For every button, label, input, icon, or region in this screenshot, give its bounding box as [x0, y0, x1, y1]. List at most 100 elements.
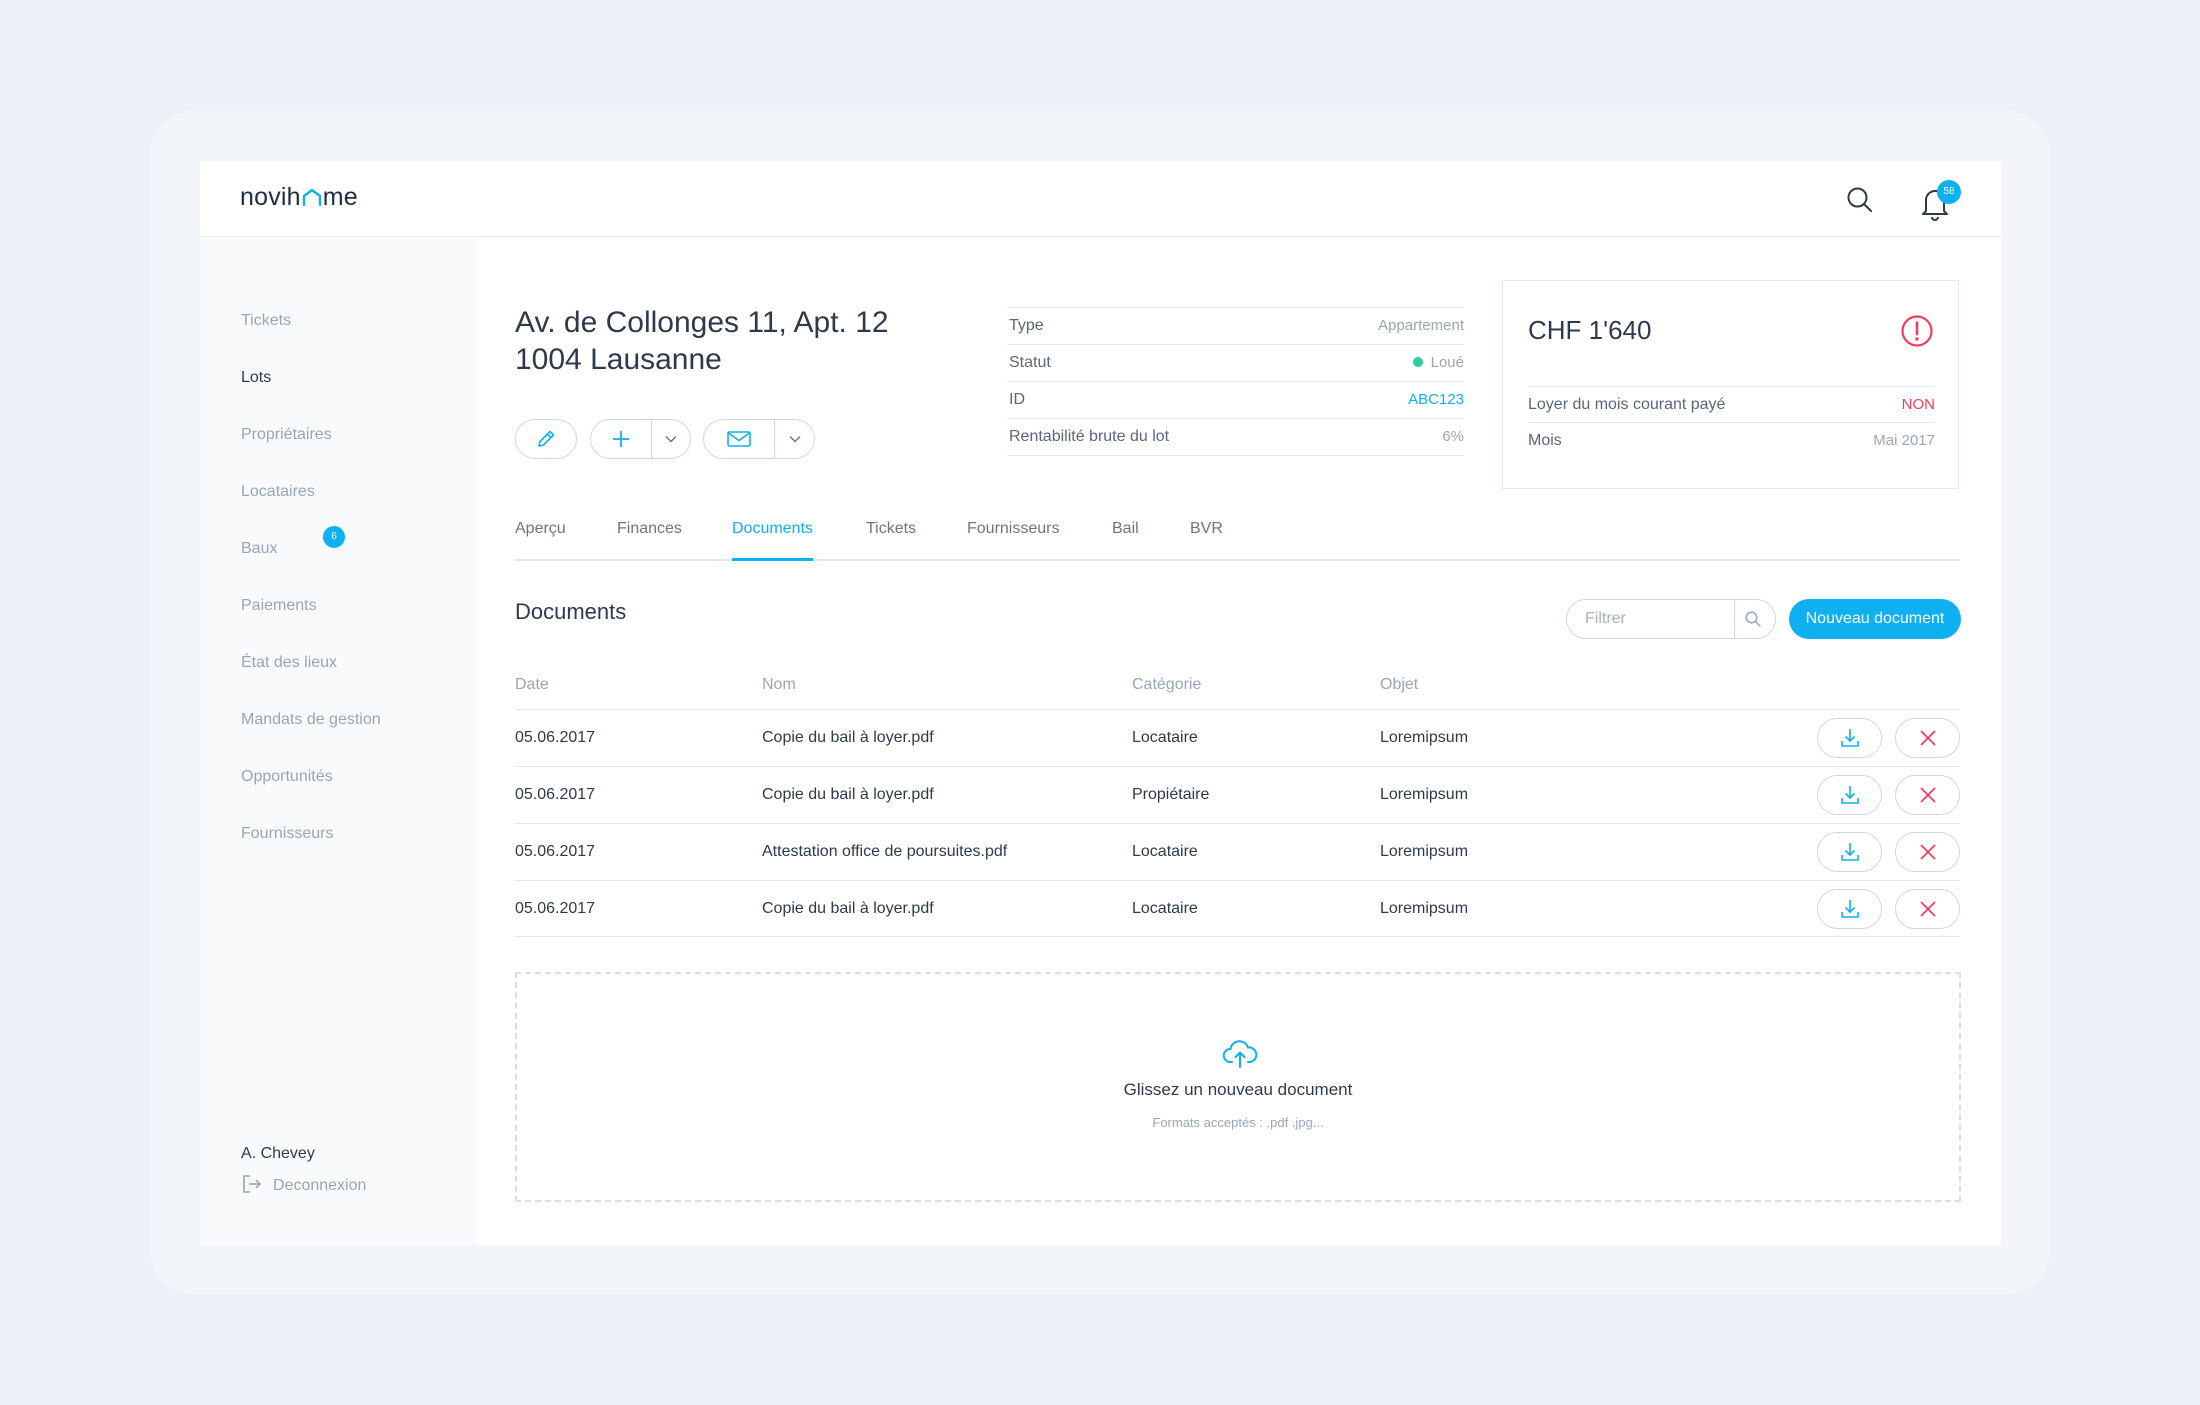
sidebar-item-locataires[interactable]: Locataires	[241, 481, 315, 503]
cell-object: Loremipsum	[1380, 786, 1469, 803]
tab-documents[interactable]: Documents	[732, 518, 813, 561]
cloud-upload-icon	[1222, 1039, 1258, 1069]
detail-key: Type	[1009, 317, 1044, 334]
delete-button[interactable]	[1895, 775, 1960, 815]
close-icon	[1919, 901, 1936, 917]
top-bar: novih me 58	[200, 161, 2001, 237]
logo[interactable]: novih me	[240, 183, 358, 212]
tab-apercu[interactable]: Aperçu	[515, 518, 566, 559]
rent-key: Loyer du mois courant payé	[1528, 396, 1726, 413]
user-name: A. Chevey	[241, 1145, 315, 1162]
add-button[interactable]	[591, 420, 651, 458]
divider	[1734, 600, 1735, 638]
email-button[interactable]	[704, 420, 774, 458]
delete-button[interactable]	[1895, 718, 1960, 758]
close-icon	[1919, 730, 1936, 746]
email-dropdown-toggle[interactable]	[775, 420, 814, 458]
cell-name[interactable]: Copie du bail à loyer.pdf	[762, 881, 934, 937]
tab-finances[interactable]: Finances	[617, 518, 682, 559]
download-button[interactable]	[1817, 832, 1882, 872]
column-header-date: Date	[515, 676, 549, 693]
detail-row-type: Type Appartement	[1007, 307, 1464, 345]
status-dot	[1412, 357, 1423, 367]
logout-link[interactable]: Deconnexion	[241, 1173, 366, 1197]
sidebar-item-tickets[interactable]: Tickets	[241, 310, 291, 332]
rent-paid-value: NON	[1901, 396, 1935, 413]
table-row: 05.06.2017 Attestation office de poursui…	[515, 823, 1960, 880]
cell-name[interactable]: Copie du bail à loyer.pdf	[762, 710, 934, 766]
delete-button[interactable]	[1895, 889, 1960, 929]
table-row: 05.06.2017 Copie du bail à loyer.pdf Pro…	[515, 766, 1960, 823]
rent-key: Mois	[1528, 432, 1562, 449]
column-header-categorie: Catégorie	[1132, 676, 1202, 693]
sidebar: Tickets Lots Propriétaires Locataires Ba…	[200, 238, 477, 1245]
cell-date: 05.06.2017	[515, 729, 596, 746]
rent-amount: CHF 1'640	[1528, 315, 1652, 345]
cell-date: 05.06.2017	[515, 900, 596, 917]
detail-key: ID	[1009, 391, 1025, 408]
detail-row-id: ID ABC123	[1007, 381, 1464, 419]
tab-bvr[interactable]: BVR	[1190, 518, 1223, 559]
cell-category: Locataire	[1132, 843, 1198, 860]
download-button[interactable]	[1817, 718, 1882, 758]
cell-name[interactable]: Copie du bail à loyer.pdf	[762, 767, 934, 823]
upload-dropzone[interactable]: Glissez un nouveau document Formats acce…	[515, 972, 1961, 1202]
cell-category: Propiétaire	[1132, 786, 1210, 803]
cell-name[interactable]: Attestation office de poursuites.pdf	[762, 824, 1007, 880]
sidebar-item-proprietaires[interactable]: Propriétaires	[241, 424, 332, 446]
dropzone-title: Glissez un nouveau document	[1123, 1080, 1353, 1099]
logout-icon	[243, 1175, 262, 1193]
sidebar-item-paiements[interactable]: Paiements	[241, 595, 317, 617]
edit-button[interactable]	[515, 419, 577, 459]
tab-tickets[interactable]: Tickets	[866, 518, 916, 559]
download-icon	[1840, 729, 1859, 747]
sidebar-item-mandats-de-gestion[interactable]: Mandats de gestion	[241, 709, 381, 731]
cell-object: Loremipsum	[1380, 843, 1469, 860]
cell-date: 05.06.2017	[515, 843, 596, 860]
filter-box	[1566, 599, 1776, 639]
sidebar-item-etat-des-lieux[interactable]: État des lieux	[241, 652, 337, 674]
download-button[interactable]	[1817, 775, 1882, 815]
add-dropdown-toggle[interactable]	[652, 420, 690, 458]
download-icon	[1840, 786, 1859, 804]
detail-value: 6%	[1442, 428, 1464, 445]
tab-fournisseurs[interactable]: Fournisseurs	[967, 518, 1059, 559]
tab-bail[interactable]: Bail	[1112, 518, 1139, 559]
download-icon	[1840, 843, 1859, 861]
filter-input[interactable]	[1585, 608, 1725, 630]
rent-row-paid: Loyer du mois courant payé NON	[1528, 386, 1935, 423]
pencil-icon	[516, 420, 576, 458]
detail-value: Loué	[1412, 345, 1464, 381]
delete-button[interactable]	[1895, 832, 1960, 872]
notifications-badge: 58	[1937, 180, 1961, 204]
detail-key: Statut	[1009, 354, 1051, 371]
sidebar-item-lots[interactable]: Lots	[241, 367, 271, 389]
new-document-button[interactable]: Nouveau document	[1789, 599, 1961, 639]
section-title: Documents	[515, 599, 627, 624]
alert-icon	[1900, 314, 1934, 348]
sidebar-item-baux[interactable]: Baux 6	[241, 526, 345, 560]
house-icon	[302, 188, 321, 207]
close-icon	[1919, 844, 1936, 860]
search-icon[interactable]	[1744, 610, 1762, 628]
property-address: Av. de Collonges 11, Apt. 12 1004 Lausan…	[515, 304, 889, 378]
rent-row-month: Mois Mai 2017	[1528, 422, 1935, 459]
property-id-link[interactable]: ABC123	[1408, 382, 1464, 418]
column-header-objet: Objet	[1380, 676, 1419, 693]
address-line-2: 1004 Lausanne	[515, 343, 722, 376]
detail-row-statut: Statut Loué	[1007, 344, 1464, 382]
sidebar-item-opportunites[interactable]: Opportunités	[241, 766, 333, 788]
search-icon[interactable]	[1845, 185, 1875, 215]
cell-category: Locataire	[1132, 900, 1198, 917]
sidebar-item-label: Baux	[241, 540, 278, 557]
rent-month-value: Mai 2017	[1873, 432, 1935, 449]
envelope-icon	[727, 431, 751, 447]
baux-count-badge: 6	[323, 526, 345, 548]
dropzone-subtitle: Formats acceptés : .pdf .jpg...	[1152, 1115, 1324, 1130]
divider	[515, 936, 1960, 937]
download-button[interactable]	[1817, 889, 1882, 929]
chevron-down-icon	[665, 435, 677, 443]
logout-label: Deconnexion	[273, 1177, 367, 1194]
download-icon	[1840, 900, 1859, 918]
sidebar-item-fournisseurs[interactable]: Fournisseurs	[241, 823, 333, 845]
